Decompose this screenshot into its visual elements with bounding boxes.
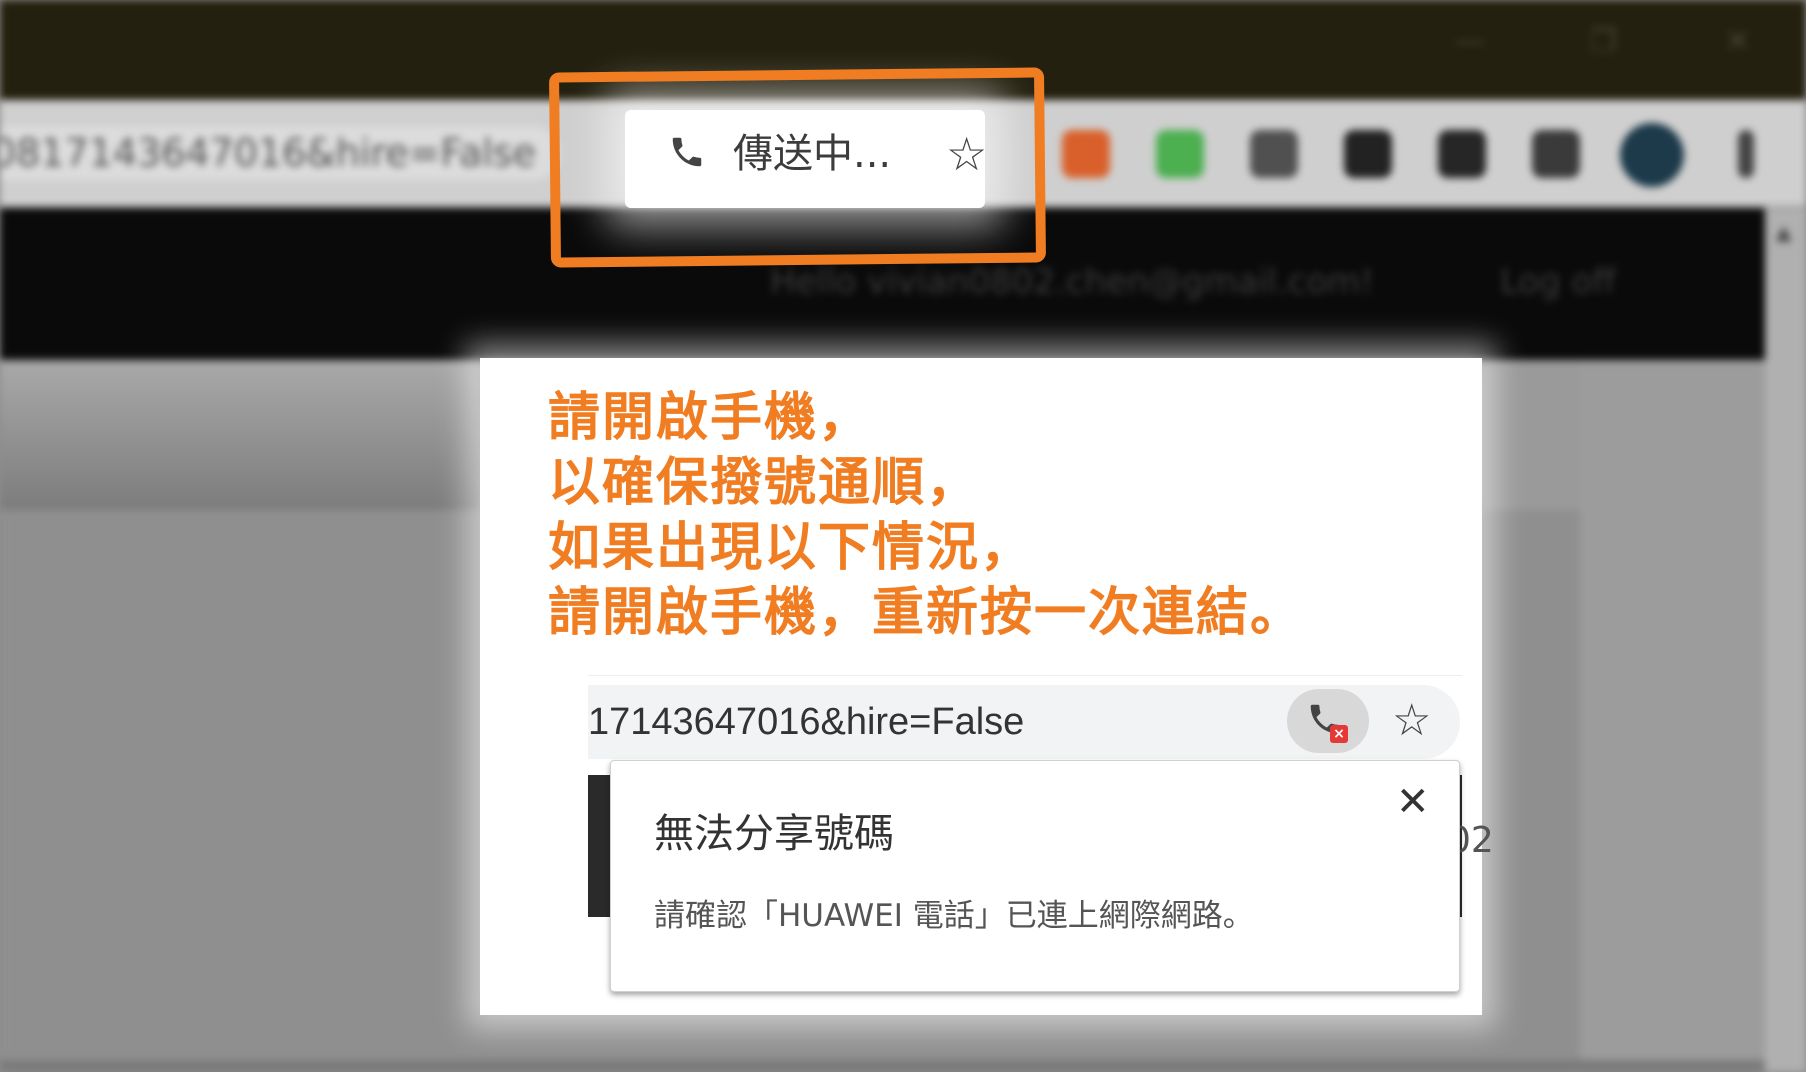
- maximize-button[interactable]: ❐: [1590, 22, 1617, 62]
- kebab-menu-icon[interactable]: [1738, 130, 1754, 178]
- instruction-line-1: 請開啟手機，: [548, 388, 873, 448]
- square-extension-icon[interactable]: [1344, 130, 1392, 178]
- puzzle-extensions-icon[interactable]: [1438, 130, 1486, 178]
- content-gradient: [0, 360, 480, 510]
- content-gradient-right: [1480, 360, 1580, 510]
- star-icon[interactable]: ☆: [1392, 697, 1431, 745]
- scroll-up-arrow-icon[interactable]: ▲: [1776, 220, 1791, 244]
- header-greeting[interactable]: Hello vivian0802.chen@gmail.com!: [770, 262, 1374, 302]
- share-error-dialog: [610, 760, 1460, 992]
- fox-extension-icon[interactable]: [1062, 130, 1110, 178]
- instruction-line-2: 以確保撥號通順，: [548, 453, 981, 513]
- profile-avatar[interactable]: [1620, 123, 1684, 187]
- mail-extension-icon[interactable]: [1156, 130, 1204, 178]
- close-icon[interactable]: ✕: [1396, 778, 1430, 826]
- instruction-line-4: 請開啟手機，重新按一次連結。: [548, 583, 1305, 643]
- bottom-band: [0, 1060, 1765, 1072]
- dialog-title: 無法分享號碼: [654, 811, 894, 857]
- scrollbar[interactable]: [1765, 208, 1806, 1072]
- example-url-text: 17143647016&hire=False: [588, 701, 1025, 743]
- instruction-line-3: 如果出現以下情況，: [548, 518, 1035, 578]
- orange-highlight-box: [548, 67, 1047, 268]
- right-panel: [1580, 360, 1765, 1072]
- media-control-icon[interactable]: [1532, 130, 1580, 178]
- close-window-button[interactable]: ✕: [1725, 22, 1750, 62]
- minimize-button[interactable]: —: [1455, 22, 1485, 62]
- dialog-message: 請確認「HUAWEI 電話」已連上網際網路。: [654, 898, 1254, 934]
- logoff-link[interactable]: Log off: [1500, 262, 1616, 302]
- address-bar[interactable]: 0817143647016&hire=False: [0, 126, 560, 180]
- error-badge-icon: ×: [1330, 725, 1348, 743]
- chart-extension-icon[interactable]: [1250, 130, 1298, 178]
